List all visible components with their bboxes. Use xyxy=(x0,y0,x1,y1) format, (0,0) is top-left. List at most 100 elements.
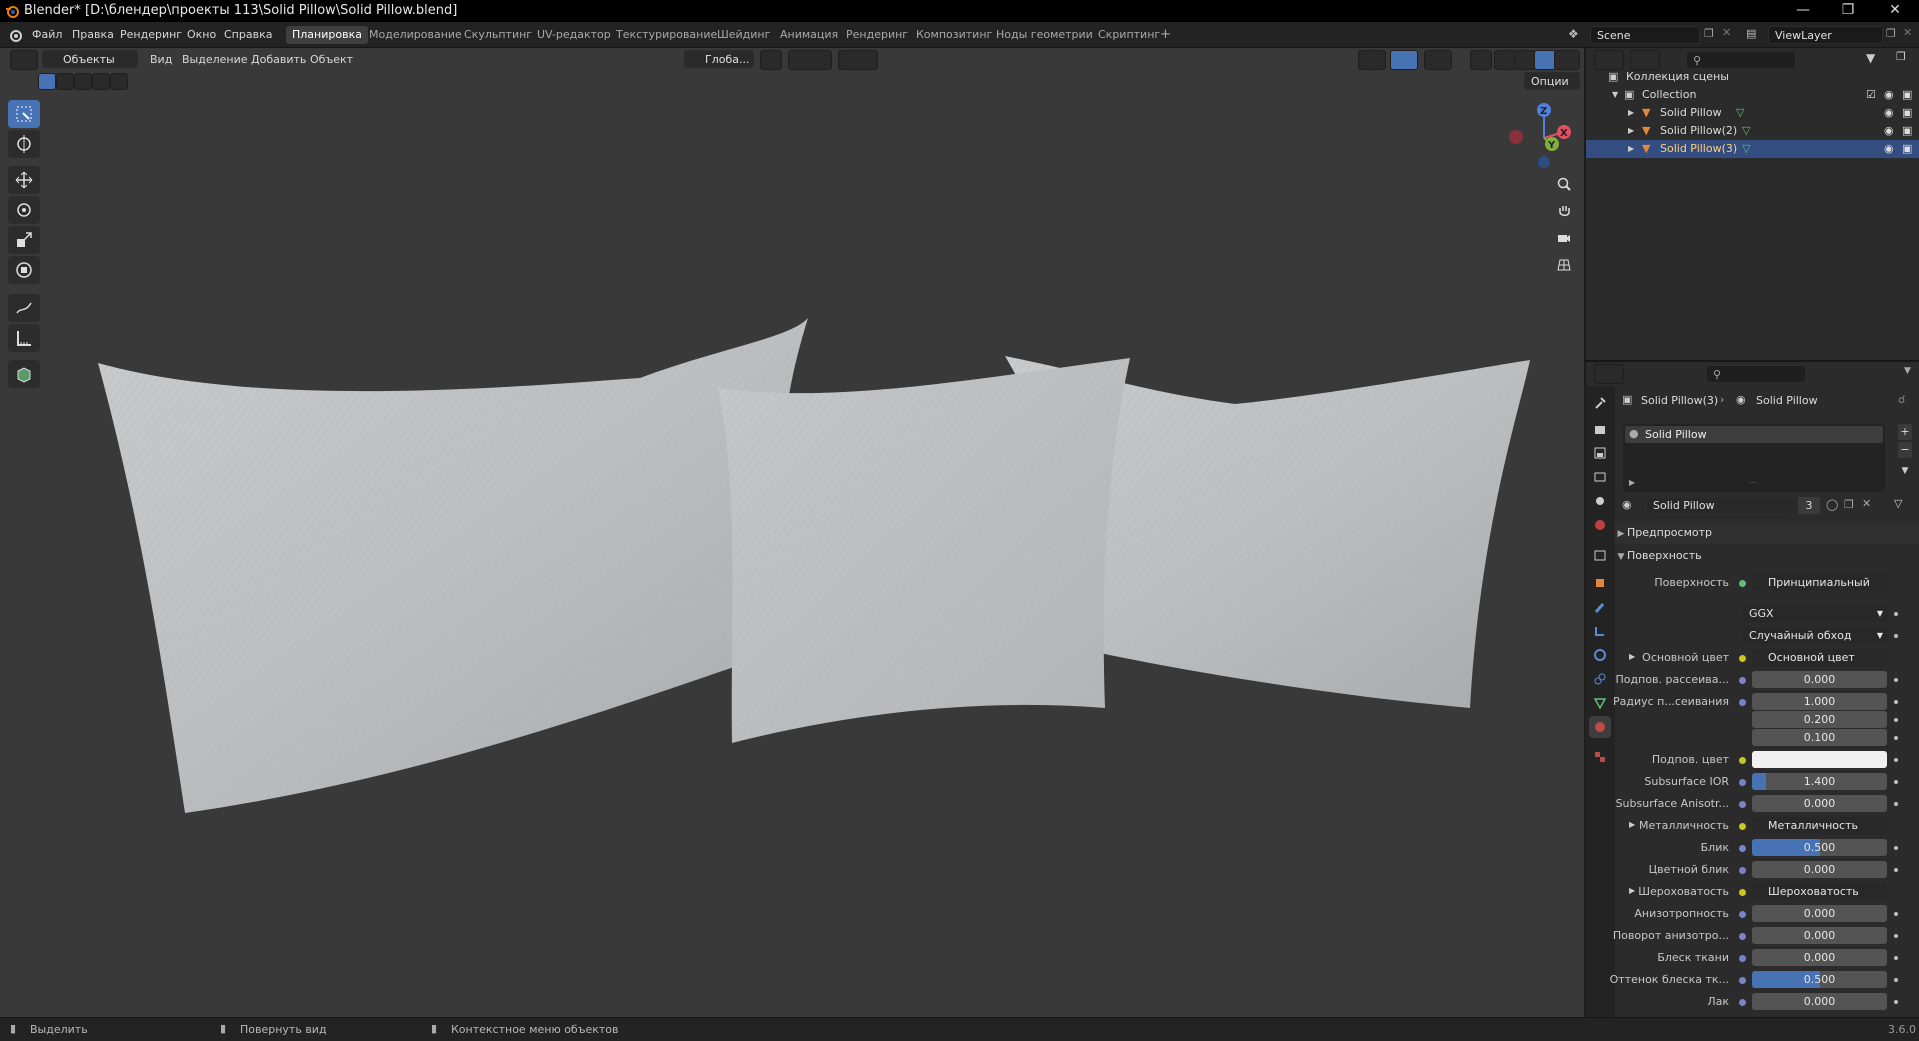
tab-compositing[interactable]: Композитинг xyxy=(910,26,998,44)
input-value-field[interactable]: 1.400 xyxy=(1752,773,1887,790)
color-swatch[interactable] xyxy=(1752,751,1887,768)
input-socket-icon[interactable] xyxy=(1739,801,1746,808)
input-value-field[interactable]: 0.100 xyxy=(1752,729,1887,746)
gizmo-toggle-icon[interactable] xyxy=(1390,50,1418,70)
collection-checkbox-icon[interactable]: ☑ xyxy=(1866,86,1876,104)
keyframe-dot-icon[interactable] xyxy=(1894,934,1898,938)
input-link-field[interactable]: Шероховатость xyxy=(1752,883,1887,900)
render-tab-icon[interactable] xyxy=(1589,418,1611,440)
select-extend-icon[interactable] xyxy=(56,73,74,90)
keyframe-dot-icon[interactable] xyxy=(1894,678,1898,682)
input-expand-icon[interactable]: ▶ xyxy=(1629,820,1635,829)
new-collection-icon[interactable]: ❐ xyxy=(1896,50,1906,63)
move-tool[interactable] xyxy=(8,166,40,194)
tab-animation[interactable]: Анимация xyxy=(774,26,844,44)
input-value-field[interactable]: 0.200 xyxy=(1752,711,1887,728)
navigation-gizmo[interactable]: X Z Y xyxy=(1500,96,1580,176)
view-layer-copy-icon[interactable]: ❐ xyxy=(1886,27,1896,40)
visibility-icon[interactable]: ◉ xyxy=(1884,104,1894,122)
input-socket-icon[interactable] xyxy=(1739,955,1746,962)
select-new-icon[interactable] xyxy=(38,73,56,90)
input-value-field[interactable]: 0.000 xyxy=(1752,993,1887,1010)
outliner-item-solid-pillow-2[interactable]: ▶ ▼ Solid Pillow(2) ▽ ◉ ▣ xyxy=(1586,122,1919,140)
duplicate-material-icon[interactable]: ❐ xyxy=(1844,498,1854,511)
expand-icon[interactable]: ▶ xyxy=(1628,104,1634,122)
material-filter-icon[interactable]: ▽ xyxy=(1894,497,1902,510)
scene-copy-icon[interactable]: ❐ xyxy=(1704,27,1714,40)
tab-modeling[interactable]: Моделирование xyxy=(363,26,468,44)
perspective-toggle-icon[interactable] xyxy=(1550,253,1578,277)
material-tab-icon[interactable] xyxy=(1589,716,1611,738)
expand-icon[interactable]: ▶ xyxy=(1628,122,1634,140)
input-value-field[interactable]: 1.000 xyxy=(1752,693,1887,710)
input-link-field[interactable]: Основной цвет xyxy=(1752,649,1887,666)
keyframe-dot-icon[interactable] xyxy=(1894,634,1898,638)
scene-collection-row[interactable]: ▣ Коллекция сцены xyxy=(1586,68,1919,86)
input-socket-icon[interactable] xyxy=(1739,867,1746,874)
options-dropdown[interactable]: Опции xyxy=(1524,72,1580,90)
data-tab-icon[interactable] xyxy=(1589,692,1611,714)
keyframe-dot-icon[interactable] xyxy=(1894,912,1898,916)
visibility-icon[interactable]: ◉ xyxy=(1884,140,1894,158)
outliner-editor-type-icon[interactable] xyxy=(1594,50,1624,70)
properties-editor-type-icon[interactable] xyxy=(1594,364,1624,384)
scale-tool[interactable] xyxy=(8,226,40,254)
material-users-count[interactable]: 3 xyxy=(1798,497,1820,514)
object-tab-icon[interactable] xyxy=(1589,572,1611,594)
slot-list-resize-handle[interactable]: ⋯ xyxy=(1749,478,1757,487)
add-workspace-button[interactable]: + xyxy=(1154,26,1177,44)
input-socket-icon[interactable] xyxy=(1739,999,1746,1006)
scene-field[interactable]: Scene xyxy=(1590,26,1700,44)
fake-user-icon[interactable]: ◯ xyxy=(1826,498,1838,511)
mesh-data-icon[interactable]: ▽ xyxy=(1742,122,1750,140)
material-slot-item[interactable]: ● Solid Pillow xyxy=(1625,426,1883,443)
proportional-edit-icon[interactable] xyxy=(838,50,878,70)
collection-render-icon[interactable]: ▣ xyxy=(1902,86,1912,104)
pan-hand-icon[interactable] xyxy=(1550,199,1578,223)
constraints-tab-icon[interactable] xyxy=(1589,668,1611,690)
mesh-data-icon[interactable]: ▽ xyxy=(1742,140,1750,158)
shading-rendered-icon[interactable] xyxy=(1554,50,1580,70)
select-invert-icon[interactable] xyxy=(92,73,110,90)
3d-viewport[interactable] xyxy=(0,48,1584,1017)
tab-shading[interactable]: Шейдинг xyxy=(711,26,776,44)
input-socket-icon[interactable] xyxy=(1739,911,1746,918)
tab-rendering[interactable]: Рендеринг xyxy=(840,26,914,44)
input-value-field[interactable]: 0.000 xyxy=(1752,949,1887,966)
visibility-icon[interactable] xyxy=(1358,50,1386,70)
collection-visibility-icon[interactable]: ◉ xyxy=(1884,86,1894,104)
keyframe-dot-icon[interactable] xyxy=(1894,780,1898,784)
pin-icon[interactable]: ☌ xyxy=(1898,393,1905,406)
expand-icon[interactable]: ▶ xyxy=(1628,140,1634,158)
view-layer-close-icon[interactable]: ✕ xyxy=(1903,26,1912,39)
collection-tab-icon[interactable] xyxy=(1589,544,1611,566)
input-link-field[interactable]: Металличность xyxy=(1752,817,1887,834)
minimize-button[interactable]: — xyxy=(1780,2,1826,18)
keyframe-dot-icon[interactable] xyxy=(1894,736,1898,740)
input-value-field[interactable]: 0.000 xyxy=(1752,905,1887,922)
surface-section-header[interactable]: ▼ Поверхность xyxy=(1615,545,1919,567)
properties-search-input[interactable]: ⚲ xyxy=(1706,365,1806,383)
select-intersect-icon[interactable] xyxy=(110,73,128,90)
overlay-toggle-icon[interactable] xyxy=(1424,50,1452,70)
slot-list-expand-icon[interactable]: ▶ xyxy=(1629,478,1635,487)
annotate-tool[interactable] xyxy=(8,294,40,322)
input-value-field[interactable]: 0.000 xyxy=(1752,861,1887,878)
tool-tab-icon[interactable] xyxy=(1589,392,1611,414)
scene-close-icon[interactable]: ✕ xyxy=(1722,26,1731,39)
input-socket-icon[interactable] xyxy=(1739,655,1746,662)
transform-orientation-dropdown[interactable]: Глоба... xyxy=(684,50,754,68)
collection-row[interactable]: ▼ ▣ Collection ☑ ◉ ▣ xyxy=(1586,86,1919,104)
render-icon[interactable]: ▣ xyxy=(1902,122,1912,140)
shading-wireframe-icon[interactable] xyxy=(1494,50,1516,70)
zoom-icon[interactable] xyxy=(1550,172,1578,196)
slot-specials-icon[interactable]: ▼ xyxy=(1898,466,1912,482)
outliner-filter-icon[interactable]: ▼ xyxy=(1866,51,1875,65)
input-socket-icon[interactable] xyxy=(1739,845,1746,852)
material-name-field[interactable]: Solid Pillow xyxy=(1646,497,1794,514)
maximize-button[interactable]: ❐ xyxy=(1825,2,1871,18)
keyframe-dot-icon[interactable] xyxy=(1894,612,1898,616)
measure-tool[interactable] xyxy=(8,324,40,352)
menu-file[interactable]: Файл xyxy=(32,28,62,41)
keyframe-dot-icon[interactable] xyxy=(1894,868,1898,872)
